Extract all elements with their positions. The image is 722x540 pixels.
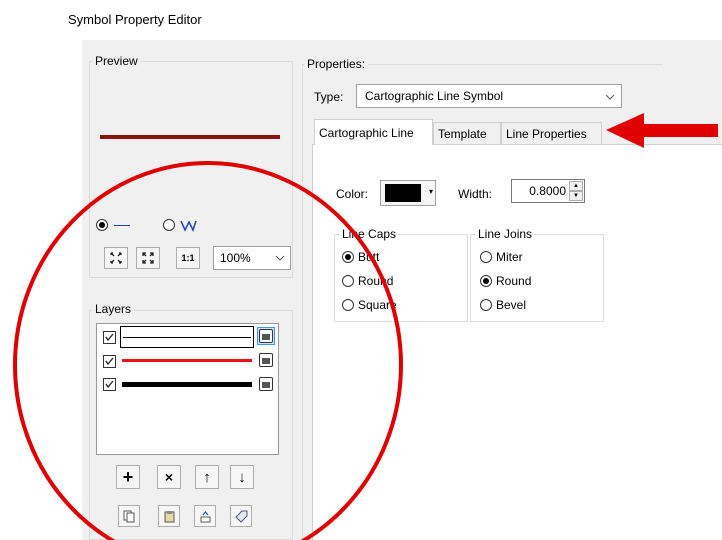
annotation-arrow [606,113,718,148]
annotation-circle [13,161,403,540]
annotation-overlay [13,113,718,540]
